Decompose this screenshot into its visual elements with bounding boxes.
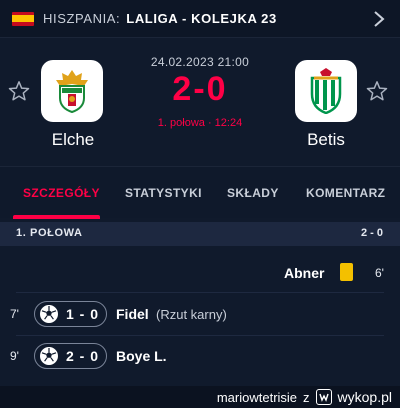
tab-commentary[interactable]: KOMENTARZ [306,186,385,200]
half-section-header: 1. POŁOWA 2 - 0 [0,222,400,246]
watermark-separator: z [303,389,310,405]
watermark-site: wykop.pl [337,389,392,405]
goal-score: 2 - 0 [66,348,100,364]
goal-score: 1 - 0 [66,306,100,322]
yellow-card-icon [340,263,353,281]
wykop-logo-icon [315,389,332,405]
watermark-user: mariowtetrisie [216,389,298,405]
watermark: mariowtetrisie z wykop.pl [217,389,392,405]
match-datetime: 24.02.2023 21:00 [150,55,250,69]
goal-score-pill: 2 - 0 [34,343,107,369]
match-status: 1. połowa · 12:24 [157,117,243,129]
event-player[interactable]: Abner [284,265,324,281]
soccer-ball-icon [40,347,58,365]
competition-label: LALIGA - KOLEJKA 23 [126,11,277,26]
match-score: 2-0 [172,70,228,108]
active-tab-indicator [13,215,100,219]
section-title: 1. POŁOWA [16,227,83,239]
competition-bar[interactable]: HISZPANIA: LALIGA - KOLEJKA 23 [0,0,400,38]
goal-score-pill: 1 - 0 [34,301,107,327]
event-player[interactable]: Boye L. [116,348,167,364]
away-team-name[interactable]: Betis [271,130,381,150]
match-tabs: SZCZEGÓŁY STATYSTYKI SKŁADY KOMENTARZ [0,166,400,219]
event-minute: 7' [10,307,19,321]
event-minute: 9' [10,349,19,363]
tab-lineups[interactable]: SKŁADY [227,186,279,200]
home-team-name[interactable]: Elche [18,130,128,150]
tab-details[interactable]: SZCZEGÓŁY [23,186,100,200]
breadcrumb: HISZPANIA: LALIGA - KOLEJKA 23 [43,11,277,26]
tab-statistics[interactable]: STATYSTYKI [125,186,202,200]
country-label: HISZPANIA: [43,11,121,26]
event-list: Abner 6' 7' 1 - 0 Fidel (Rzut karny) 9' [0,246,400,388]
event-divider [16,292,384,293]
event-player[interactable]: Fidel [116,306,149,322]
soccer-ball-icon [40,305,58,323]
event-divider [16,335,384,336]
chevron-right-icon[interactable] [372,10,386,28]
spain-flag-icon [12,11,34,26]
event-minute: 6' [375,266,384,280]
section-score: 2 - 0 [360,227,383,239]
event-note: (Rzut karny) [156,307,227,322]
